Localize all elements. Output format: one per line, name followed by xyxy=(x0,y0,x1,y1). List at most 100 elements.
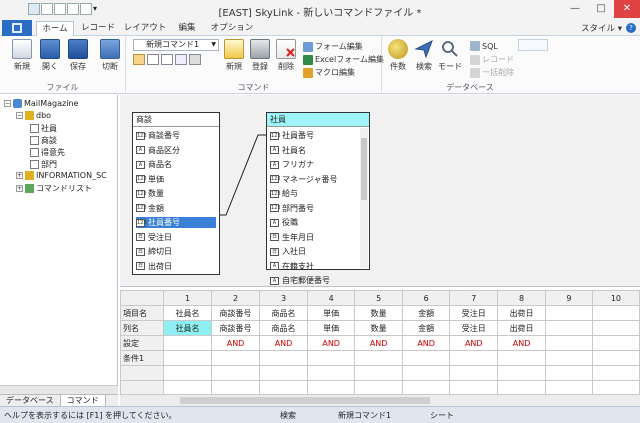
copy-view-icon[interactable] xyxy=(175,54,187,65)
grid-cell[interactable] xyxy=(259,365,308,381)
style-menu[interactable]: スタイル ▾ xyxy=(581,22,622,34)
grid-column-header[interactable]: 6 xyxy=(401,290,451,306)
tree-horizontal-scrollbar[interactable] xyxy=(0,385,118,394)
form-edit-button[interactable]: フォーム編集 xyxy=(303,41,363,52)
document-view-icon[interactable] xyxy=(161,54,173,65)
grid-cell[interactable] xyxy=(163,350,212,366)
grid-cell[interactable] xyxy=(163,335,212,351)
sql-input[interactable] xyxy=(518,39,548,51)
grid-cell[interactable]: 金額 xyxy=(401,320,451,336)
help-icon[interactable]: ? xyxy=(626,23,636,33)
tree-node-command-list[interactable]: + コマンドリスト xyxy=(16,183,92,194)
new-file-button[interactable]: 新規 xyxy=(10,39,34,72)
open-file-button[interactable]: 開く xyxy=(38,39,62,72)
count-button[interactable]: 件数 xyxy=(386,39,410,72)
grid-cell[interactable]: 商品名 xyxy=(259,305,308,321)
bulk-delete-button[interactable]: 一括削除 xyxy=(470,67,514,78)
grid-cell[interactable] xyxy=(591,305,640,321)
grid-cell[interactable] xyxy=(259,350,308,366)
collapse-icon[interactable]: − xyxy=(16,112,23,119)
new-command-button[interactable]: 新規 xyxy=(222,39,246,72)
grid-cell[interactable]: 金額 xyxy=(401,305,451,321)
minimize-button[interactable]: — xyxy=(562,0,588,18)
grid-column-header[interactable]: 10 xyxy=(591,290,640,306)
search-button[interactable]: 検索 xyxy=(412,39,436,72)
grid-column-header[interactable]: 8 xyxy=(497,290,546,306)
grid-cell[interactable] xyxy=(449,365,499,381)
register-command-button[interactable]: 登録 xyxy=(248,39,272,72)
grid-cell[interactable]: 社員名 xyxy=(163,305,212,321)
grid-cell[interactable] xyxy=(210,350,261,366)
tab-database[interactable]: データベース xyxy=(0,395,61,406)
tab-home[interactable]: ホーム xyxy=(36,21,74,36)
expand-icon[interactable]: + xyxy=(16,185,23,192)
tools-icon[interactable] xyxy=(189,54,201,65)
sql-button[interactable]: SQL xyxy=(470,41,498,51)
record-button[interactable]: レコード xyxy=(470,54,514,65)
grid-cell[interactable]: 出荷日 xyxy=(497,305,546,321)
grid-column-header[interactable]: 9 xyxy=(544,290,593,306)
tab-command[interactable]: コマンド xyxy=(60,395,106,406)
close-button[interactable]: ✕ xyxy=(614,0,640,18)
grid-cell[interactable] xyxy=(354,365,403,381)
tree-node-table-employee[interactable]: 社員 xyxy=(30,123,57,134)
grid-column-header[interactable]: 1 xyxy=(163,290,212,306)
grid-cell[interactable] xyxy=(497,365,546,381)
grid-cell[interactable] xyxy=(401,350,451,366)
grid-cell[interactable]: 商品名 xyxy=(259,320,308,336)
grid-cell[interactable] xyxy=(591,335,640,351)
macro-edit-button[interactable]: マクロ編集 xyxy=(303,67,355,78)
grid-cell[interactable] xyxy=(210,365,261,381)
grid-column-header[interactable]: 7 xyxy=(449,290,499,306)
grid-column-header[interactable]: 4 xyxy=(306,290,356,306)
save-file-button[interactable]: 保存 xyxy=(66,39,90,72)
excel-form-edit-button[interactable]: Excelフォーム編集 xyxy=(303,54,384,65)
tab-record[interactable]: レコード xyxy=(78,21,118,36)
grid-cell[interactable] xyxy=(401,365,451,381)
grid-cell[interactable] xyxy=(544,335,593,351)
grid-cell[interactable] xyxy=(544,305,593,321)
table-view-icon[interactable] xyxy=(147,54,159,65)
tree-node-table-deal[interactable]: 商談 xyxy=(30,135,57,146)
collapse-icon[interactable]: − xyxy=(4,100,11,107)
grid-cell[interactable]: 社員名 xyxy=(163,320,212,336)
grid-cell[interactable]: 単価 xyxy=(306,320,356,336)
tab-edit[interactable]: 編集 xyxy=(172,21,202,36)
grid-cell[interactable]: 商談番号 xyxy=(210,320,261,336)
grid-cell[interactable] xyxy=(544,320,593,336)
tree-node-schema[interactable]: − dbo xyxy=(16,111,51,120)
grid-cell[interactable]: 数量 xyxy=(354,320,403,336)
grid-horizontal-scrollbar[interactable] xyxy=(120,394,640,406)
tree-node-information-schema[interactable]: + INFORMATION_SC xyxy=(16,171,107,180)
maximize-button[interactable]: □ xyxy=(588,0,614,18)
expand-icon[interactable]: + xyxy=(16,172,23,179)
file-menu-button[interactable] xyxy=(2,20,32,36)
grid-cell[interactable]: 受注日 xyxy=(449,320,499,336)
grid-cell[interactable] xyxy=(119,365,165,381)
grid-column-header[interactable]: 2 xyxy=(210,290,261,306)
grid-cell[interactable]: AND xyxy=(449,335,499,351)
grid-column-header[interactable]: 3 xyxy=(259,290,308,306)
grid-cell[interactable]: 商談番号 xyxy=(210,305,261,321)
tree-node-table-department[interactable]: 部門 xyxy=(30,159,57,170)
grid-cell[interactable] xyxy=(354,350,403,366)
grid-cell[interactable] xyxy=(163,365,212,381)
disconnect-button[interactable]: 切断 xyxy=(98,39,122,72)
grid-cell[interactable]: AND xyxy=(401,335,451,351)
mode-button[interactable]: モード xyxy=(438,39,462,72)
grid-cell[interactable]: AND xyxy=(259,335,308,351)
grid-cell[interactable]: 出荷日 xyxy=(497,320,546,336)
form-view-icon[interactable] xyxy=(133,54,145,65)
grid-cell[interactable] xyxy=(497,350,546,366)
grid-cell[interactable] xyxy=(544,350,593,366)
grid-cell[interactable] xyxy=(591,365,640,381)
grid-cell[interactable] xyxy=(544,365,593,381)
grid-cell[interactable] xyxy=(449,350,499,366)
grid-column-header[interactable]: 5 xyxy=(354,290,403,306)
grid-cell[interactable]: AND xyxy=(210,335,261,351)
command-select[interactable]: 新規コマンド1 ▼ xyxy=(133,39,219,51)
relation-line[interactable] xyxy=(220,134,266,216)
delete-command-button[interactable]: 削除 xyxy=(274,39,298,72)
scrollbar-thumb[interactable] xyxy=(180,397,430,404)
grid-cell[interactable]: 数量 xyxy=(354,305,403,321)
